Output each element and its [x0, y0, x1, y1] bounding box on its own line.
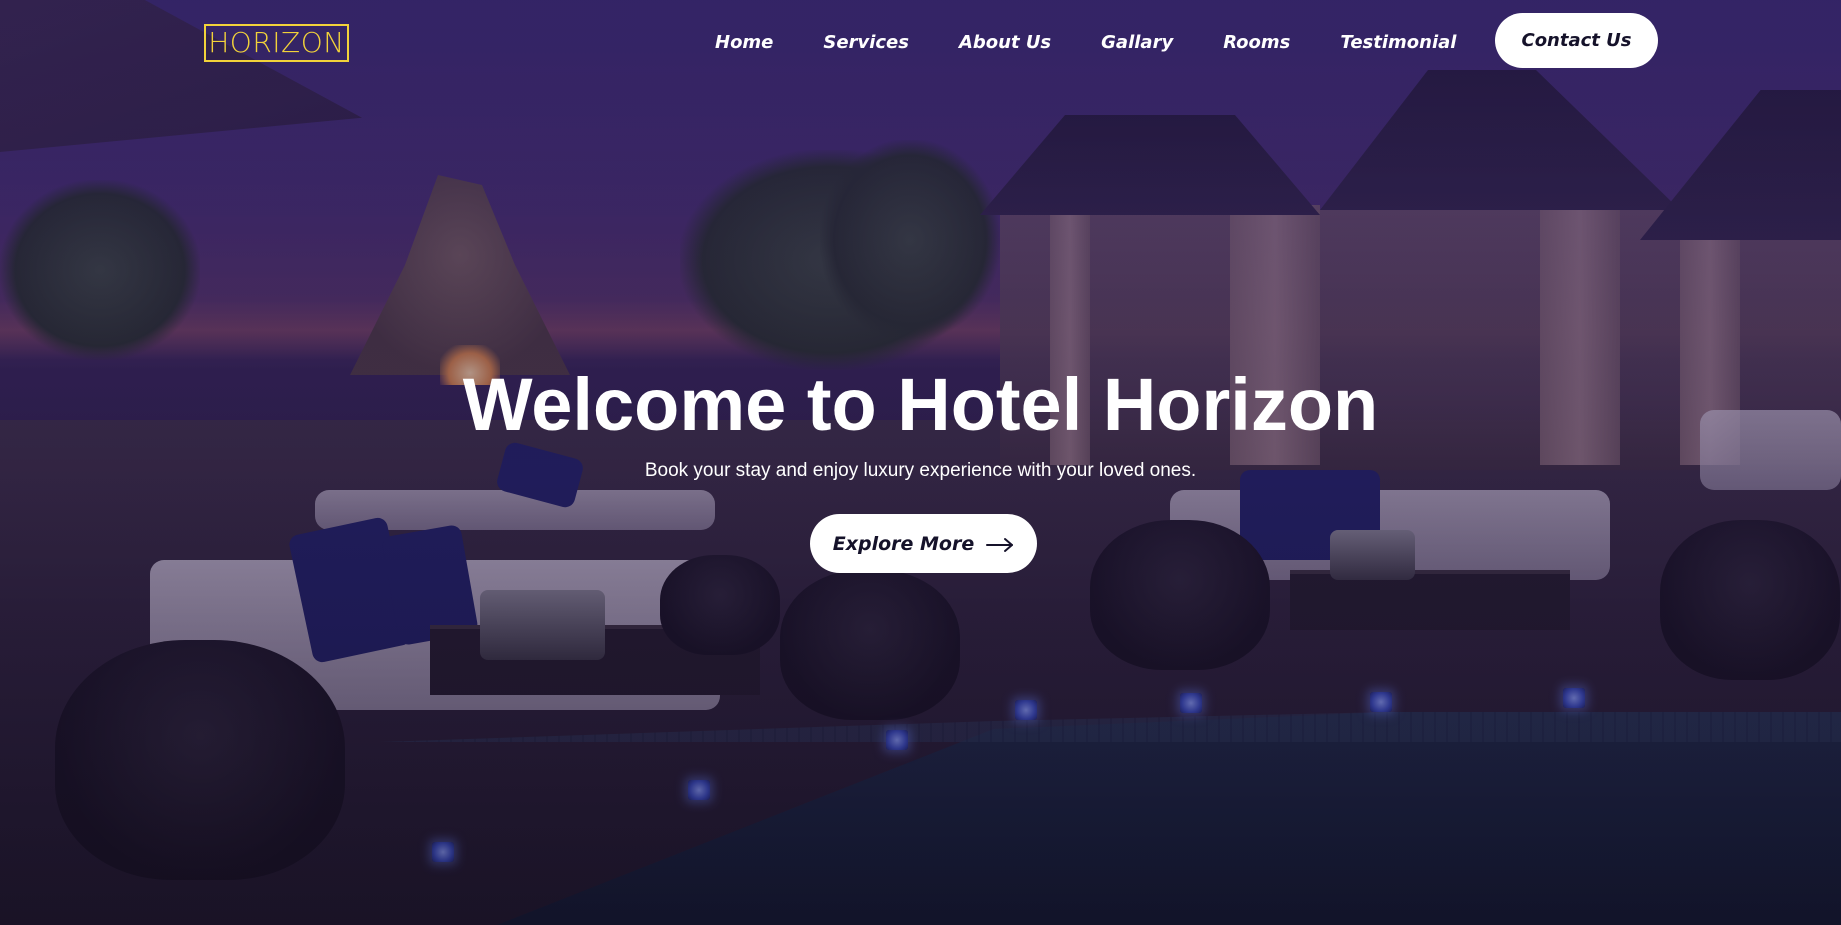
- nav-link-rooms[interactable]: Rooms: [1223, 32, 1290, 53]
- logo[interactable]: HORIZON: [204, 24, 349, 62]
- hero-content: Welcome to Hotel Horizon Book your stay …: [0, 360, 1841, 484]
- nav-link-about-us[interactable]: About Us: [959, 32, 1051, 53]
- arrow-right-icon: [986, 536, 1014, 552]
- nav-link-services[interactable]: Services: [823, 32, 909, 53]
- hero-subtitle: Book your stay and enjoy luxury experien…: [644, 460, 1197, 481]
- explore-more-label: Explore More: [832, 532, 975, 555]
- nav-link-testimonial[interactable]: Testimonial: [1340, 32, 1456, 53]
- nav-link-home[interactable]: Home: [715, 32, 773, 53]
- hero-title: Welcome to Hotel Horizon: [462, 363, 1379, 446]
- nav-menu: Home Services About Us Gallary Rooms Tes…: [715, 24, 1506, 60]
- contact-us-button[interactable]: Contact Us: [1495, 13, 1658, 68]
- nav-link-gallary[interactable]: Gallary: [1101, 32, 1173, 53]
- explore-more-button[interactable]: Explore More: [810, 514, 1037, 573]
- navbar: HORIZON Home Services About Us Gallary R…: [0, 0, 1841, 84]
